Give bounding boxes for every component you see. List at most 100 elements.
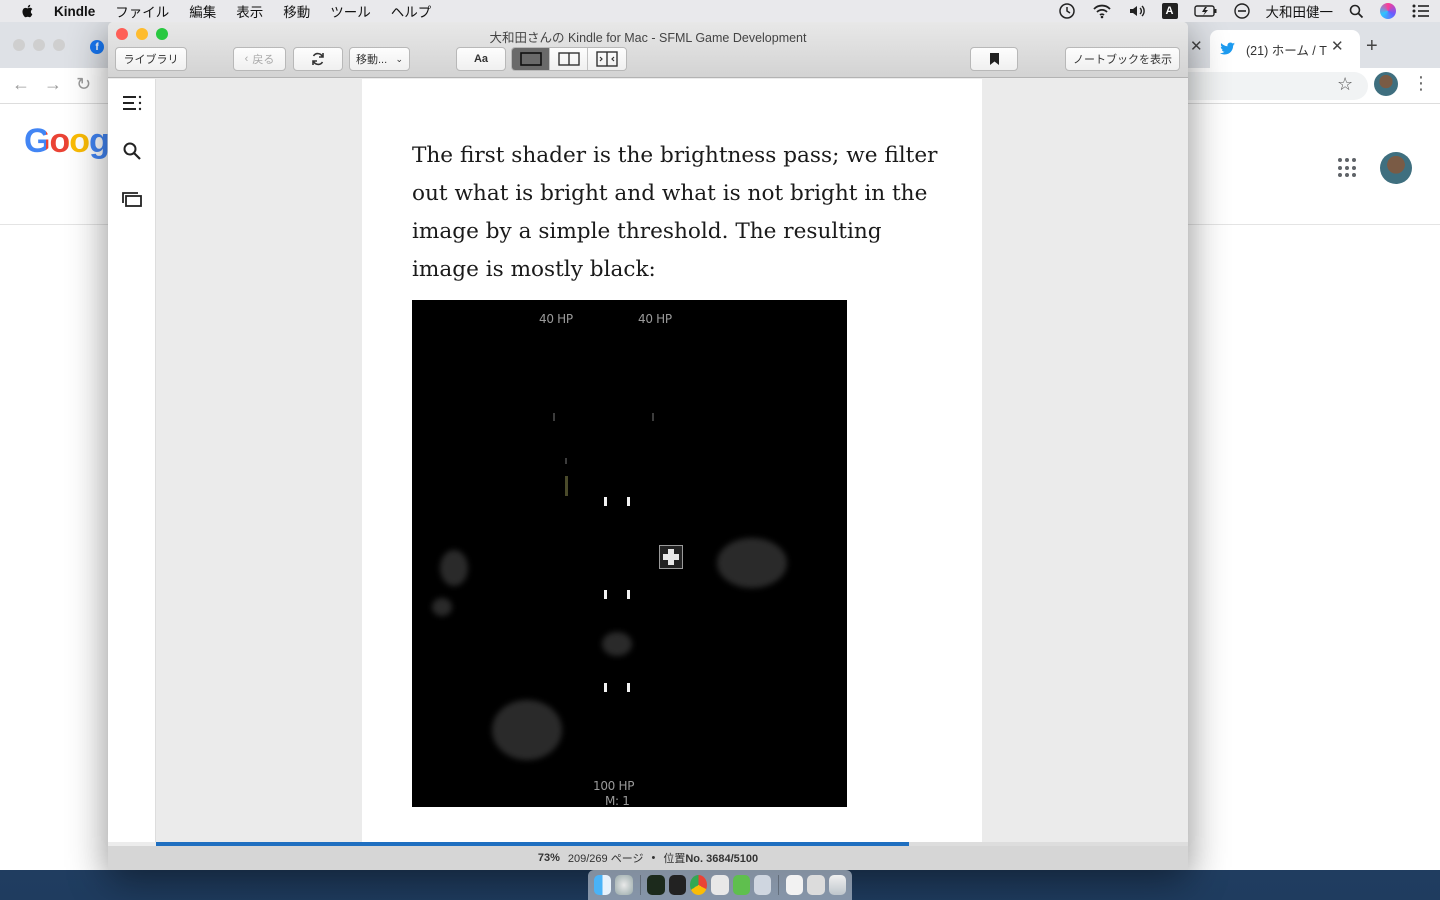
apple-icon[interactable]: [20, 3, 36, 19]
dock-separator: [778, 875, 780, 895]
bullet: [604, 683, 607, 692]
font-settings-button[interactable]: Aa: [456, 47, 506, 71]
dock-separator: [639, 875, 641, 895]
chevron-left-icon: ‹: [244, 53, 249, 65]
tab-close-icon[interactable]: ✕: [1331, 37, 1344, 55]
library-button[interactable]: ライブラリ: [115, 47, 187, 71]
tab-close-icon[interactable]: ✕: [1190, 37, 1203, 55]
status-separator: •: [651, 852, 656, 864]
fullscreen-icon: [596, 51, 618, 67]
terminal-icon[interactable]: [668, 875, 687, 895]
bookmark-button[interactable]: [970, 47, 1018, 71]
time-machine-icon[interactable]: [1058, 2, 1076, 20]
goto-dropdown[interactable]: 移動... ⌄: [349, 47, 410, 71]
twitter-icon: [1220, 42, 1235, 55]
two-column-view-button[interactable]: [550, 48, 588, 70]
fullscreen-view-button[interactable]: [588, 48, 626, 70]
single-column-view-button[interactable]: [512, 48, 550, 70]
health-pickup: [659, 545, 683, 569]
bullet: [604, 590, 607, 599]
spotlight-search-icon[interactable]: [1349, 4, 1364, 19]
trash-icon[interactable]: [828, 875, 846, 895]
browser-minimize-light[interactable]: [33, 39, 45, 51]
player-hp-label: 100 HP: [593, 779, 635, 793]
back-button-label: 戻る: [252, 54, 275, 66]
page-count: 209/269 ページ: [567, 853, 644, 865]
menu-file[interactable]: ファイル: [115, 1, 169, 21]
reading-status-bar: 73% 209/269 ページ • 位置No. 3684/5100: [108, 846, 1188, 870]
menu-go[interactable]: 移動: [283, 1, 310, 21]
menu-tools[interactable]: ツール: [330, 1, 371, 21]
faint-sprite: [717, 538, 787, 588]
sync-icon: [312, 52, 324, 66]
goto-dropdown-label: 移動...: [356, 54, 388, 66]
finder-icon[interactable]: [594, 875, 612, 895]
kindle-window: 大和田さんの Kindle for Mac - SFML Game Develo…: [108, 22, 1188, 870]
book-figure-image[interactable]: 40 HP 40 HP 100 HP M: 1: [412, 300, 847, 807]
menu-edit[interactable]: 編集: [189, 1, 216, 21]
bookmark-star-icon[interactable]: ☆: [1337, 74, 1353, 95]
facebook-tab-icon[interactable]: f: [90, 40, 104, 54]
browser-menu-icon[interactable]: ⋮: [1412, 73, 1430, 94]
bookmark-icon: [989, 53, 999, 65]
kindle-icon[interactable]: [711, 875, 729, 895]
wifi-icon[interactable]: [1092, 3, 1112, 19]
reading-percent: 73%: [537, 852, 560, 864]
browser-close-light[interactable]: [13, 39, 25, 51]
view-mode-segmented-control: [511, 47, 627, 71]
documents-stack-icon[interactable]: [807, 875, 825, 895]
do-not-disturb-icon[interactable]: [1233, 3, 1250, 19]
browser-forward-icon[interactable]: →: [44, 74, 62, 95]
menu-app-name[interactable]: Kindle: [54, 4, 95, 19]
browser-tab-title: (21) ホーム / T: [1246, 43, 1327, 58]
enemy-hp-label: 40 HP: [539, 312, 573, 326]
bullet: [604, 497, 607, 506]
faint-mark: [565, 458, 567, 464]
input-source-icon[interactable]: A: [1161, 3, 1178, 19]
notification-center-icon[interactable]: [1412, 4, 1430, 18]
kindle-sidebar: [108, 79, 156, 842]
show-notebook-button[interactable]: ノートブックを表示: [1065, 47, 1180, 71]
single-column-icon: [519, 52, 542, 66]
volume-icon[interactable]: [1128, 3, 1146, 19]
menu-help[interactable]: ヘルプ: [391, 1, 432, 21]
activity-monitor-icon[interactable]: [647, 875, 665, 895]
player-missile-label: M: 1: [605, 794, 630, 807]
menu-view[interactable]: 表示: [236, 1, 263, 21]
app-icon[interactable]: [732, 875, 750, 895]
location-readout: 位置No. 3684/5100: [663, 850, 758, 866]
table-of-contents-icon[interactable]: [122, 93, 142, 113]
back-button[interactable]: ‹ 戻る: [233, 47, 286, 71]
sync-button[interactable]: [293, 47, 343, 71]
new-tab-icon[interactable]: +: [1366, 35, 1378, 58]
user-name[interactable]: 大和田健一: [1266, 1, 1334, 21]
launchpad-icon[interactable]: [615, 875, 633, 895]
browser-zoom-light[interactable]: [53, 39, 65, 51]
search-icon[interactable]: [122, 141, 142, 161]
location-prefix: 位置: [663, 853, 686, 865]
chevron-down-icon: ⌄: [395, 53, 403, 64]
faint-sprite: [432, 598, 452, 616]
siri-icon[interactable]: [1380, 3, 1396, 19]
app-icon[interactable]: [753, 875, 772, 895]
google-account-avatar[interactable]: [1380, 152, 1412, 184]
google-apps-icon[interactable]: [1338, 158, 1358, 178]
browser-profile-avatar[interactable]: [1374, 72, 1398, 96]
browser-back-icon[interactable]: ←: [12, 74, 30, 95]
two-column-icon: [557, 52, 580, 66]
window-title: 大和田さんの Kindle for Mac - SFML Game Develo…: [489, 31, 807, 45]
enemy-hp-label: 40 HP: [638, 312, 672, 326]
location-number: No. 3684/5100: [685, 853, 759, 865]
bullet: [627, 497, 630, 506]
dock: [588, 870, 852, 900]
browser-reload-icon[interactable]: ↻: [76, 74, 91, 95]
book-paragraph[interactable]: The first shader is the brightness pass;…: [412, 137, 942, 289]
chrome-icon[interactable]: [690, 875, 708, 895]
faint-sprite: [440, 550, 468, 586]
menu-bar: Kindle ファイル 編集 表示 移動 ツール ヘルプ A 大和田健一: [0, 0, 1440, 22]
faint-sprite: [492, 700, 562, 760]
battery-icon[interactable]: [1193, 4, 1218, 18]
downloads-stack-icon[interactable]: [786, 875, 804, 895]
flashcards-icon[interactable]: [122, 189, 142, 209]
bullet: [627, 683, 630, 692]
